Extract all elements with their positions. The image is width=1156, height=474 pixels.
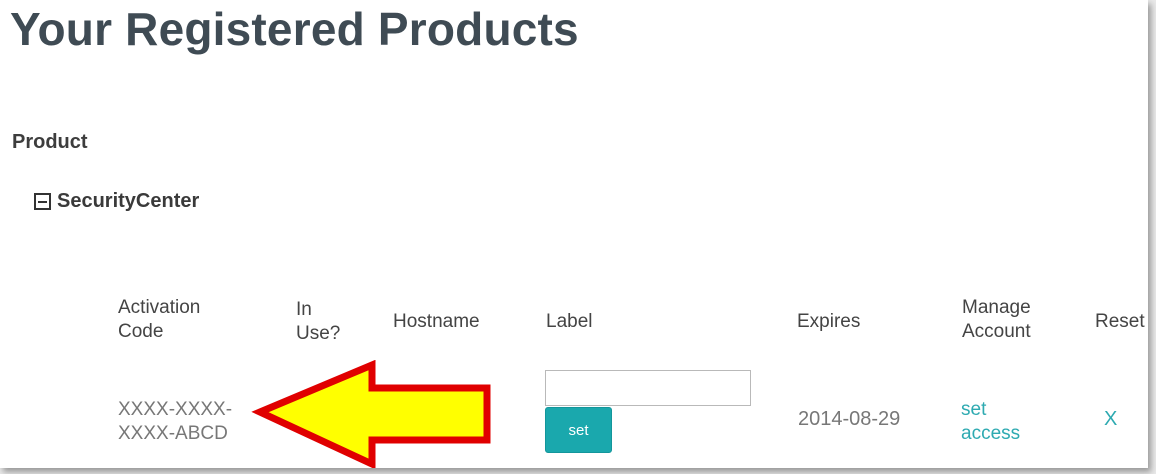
expires-date: 2014-08-29 — [798, 408, 901, 430]
page-title: Your Registered Products — [10, 3, 579, 55]
set-access-line2: access — [961, 423, 1021, 444]
left-arrow-callout-icon — [251, 360, 491, 468]
header-manage-account-line1: Manage — [962, 297, 1031, 318]
header-manage-account: Manage Account — [962, 296, 1031, 344]
set-access-link[interactable]: set access — [961, 398, 1020, 446]
header-label: Label — [546, 311, 593, 332]
header-activation-code-line2: Code — [118, 321, 164, 342]
header-reset: Reset — [1095, 311, 1145, 332]
reset-link[interactable]: X — [1104, 408, 1117, 431]
header-hostname: Hostname — [393, 311, 480, 332]
product-heading: Product — [12, 131, 88, 153]
header-in-use: In Use? — [296, 298, 340, 346]
label-input[interactable] — [545, 370, 751, 406]
collapse-minus-icon[interactable] — [34, 193, 51, 210]
header-activation-code-line1: Activation — [118, 297, 201, 318]
product-group-toggle[interactable]: SecurityCenter — [34, 190, 199, 213]
activation-code-line2: XXXX-ABCD — [118, 423, 228, 444]
header-expires: Expires — [797, 311, 861, 332]
header-activation-code: Activation Code — [118, 296, 200, 344]
set-label-button[interactable]: set — [545, 407, 612, 453]
activation-code-line1: XXXX-XXXX- — [118, 399, 233, 420]
page-frame: Your Registered Products Product Securit… — [0, 0, 1148, 468]
header-in-use-line2: Use? — [296, 323, 341, 344]
activation-code-value: XXXX-XXXX- XXXX-ABCD — [118, 398, 232, 446]
header-manage-account-line2: Account — [962, 321, 1031, 342]
product-group-name: SecurityCenter — [57, 190, 200, 212]
header-in-use-line1: In — [296, 299, 312, 320]
set-access-line1: set — [961, 399, 987, 420]
